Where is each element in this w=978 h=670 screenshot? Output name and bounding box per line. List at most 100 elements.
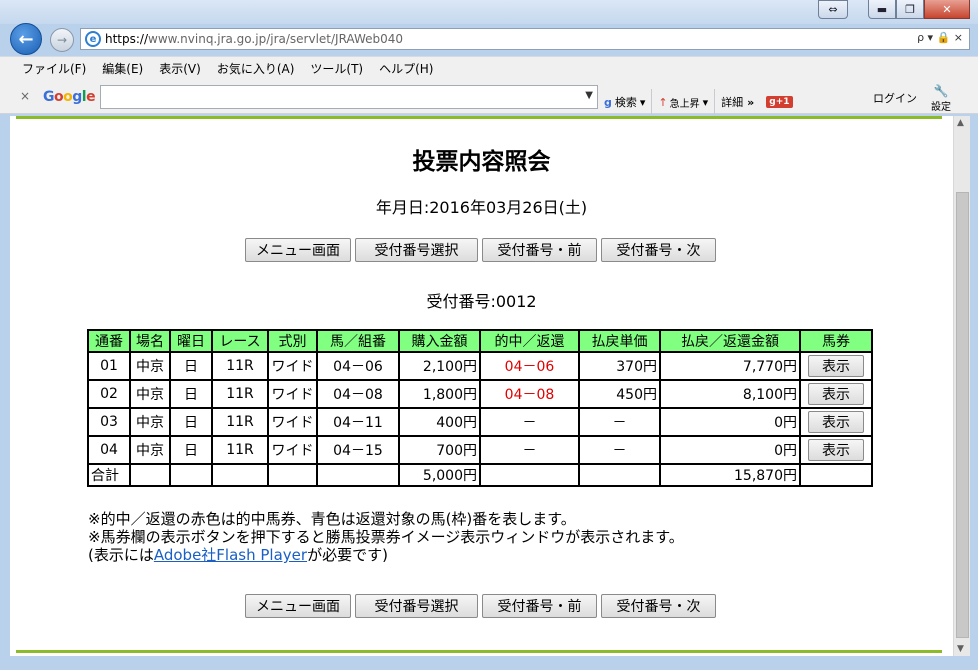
- cell-ticket: 表示: [799, 379, 873, 409]
- gplus-button[interactable]: g+1: [766, 96, 793, 108]
- receipt-select-button[interactable]: 受付番号選択: [355, 238, 478, 262]
- menu-edit[interactable]: 編集(E): [102, 60, 143, 77]
- scroll-thumb[interactable]: [956, 192, 969, 638]
- flash-player-link[interactable]: Adobe社Flash Player: [154, 546, 307, 564]
- cell-no: 03: [87, 407, 131, 437]
- receipt-next-button[interactable]: 受付番号・次: [601, 238, 716, 262]
- wrench-icon: 🔧: [933, 84, 949, 98]
- top-divider: [16, 116, 942, 119]
- column-header: 曜日: [169, 329, 213, 353]
- cell-no: 01: [87, 351, 131, 381]
- login-button[interactable]: ログイン: [873, 90, 917, 106]
- cell-amount: 1,800円: [398, 379, 481, 409]
- close-button[interactable]: ✕: [924, 0, 970, 19]
- menu-help[interactable]: ヘルプ(H): [379, 60, 433, 77]
- minimize-button[interactable]: ▬: [868, 0, 896, 19]
- column-header: 場名: [129, 329, 171, 353]
- column-header: 通番: [87, 329, 131, 353]
- show-ticket-button[interactable]: 表示: [808, 411, 864, 433]
- cell-no: 04: [87, 435, 131, 465]
- cell-type: ワイド: [267, 435, 318, 465]
- back-arrow-icon: ←: [18, 28, 34, 50]
- cell-combo: 04－08: [316, 379, 400, 409]
- menu-view[interactable]: 表示(V): [159, 60, 201, 77]
- cell-day: 日: [169, 379, 213, 409]
- cell-amount: 2,100円: [398, 351, 481, 381]
- cell-unit: －: [578, 407, 661, 437]
- column-header: 馬／組番: [316, 329, 400, 353]
- google-logo: Google: [43, 89, 96, 105]
- total-row: 合計 5,000円 15,870円: [87, 463, 873, 487]
- back-button[interactable]: ←: [10, 23, 42, 55]
- settings-button[interactable]: 🔧 設定: [931, 84, 951, 113]
- total-label: 合計: [87, 463, 131, 487]
- table-row: 02 中京 日 11R ワイド 04－08 1,800円 04－08 450円 …: [87, 379, 873, 409]
- cell-payout: 0円: [659, 407, 801, 437]
- forward-button[interactable]: →: [50, 28, 74, 52]
- url-text: www.nvinq.jra.go.jp/jra/servlet/JRAWeb04…: [148, 32, 404, 46]
- settings-label: 設定: [931, 102, 951, 113]
- cell-type: ワイド: [267, 351, 318, 381]
- divider: [714, 89, 716, 115]
- ie-icon: e: [85, 31, 101, 47]
- cell-hit: －: [479, 407, 580, 437]
- date-line: 年月日:2016年03月26日(土): [375, 198, 588, 217]
- menu-tools[interactable]: ツール(T): [310, 60, 363, 77]
- cell-venue: 中京: [129, 435, 171, 465]
- cell-venue: 中京: [129, 351, 171, 381]
- show-ticket-button[interactable]: 表示: [808, 355, 864, 377]
- cell-type: ワイド: [267, 407, 318, 437]
- cell-payout: 0円: [659, 435, 801, 465]
- table-header-row: 通番 場名 曜日 レース 式別 馬／組番 購入金額 的中／返還 払戻単価 払戻／…: [87, 329, 873, 353]
- resize-icon[interactable]: ⇔: [818, 0, 848, 19]
- total-payout: 15,870円: [659, 463, 801, 487]
- cell-payout: 8,100円: [659, 379, 801, 409]
- receipt-select-button[interactable]: 受付番号選択: [355, 594, 478, 618]
- scroll-down-icon[interactable]: ▼: [957, 644, 964, 654]
- page-content: 投票内容照会 年月日:2016年03月26日(土) メニュー画面 受付番号選択 …: [10, 116, 953, 656]
- address-bar[interactable]: e https://www.nvinq.jra.go.jp/jra/servle…: [80, 28, 970, 50]
- receipt-prev-button[interactable]: 受付番号・前: [482, 594, 597, 618]
- column-header: 馬券: [799, 329, 873, 353]
- cell-race: 11R: [211, 351, 269, 381]
- address-row: ← → e https://www.nvinq.jra.go.jp/jra/se…: [0, 22, 978, 55]
- scroll-up-icon[interactable]: ▲: [957, 118, 964, 128]
- bottom-divider: [16, 650, 942, 653]
- google-search-button[interactable]: 検索: [615, 94, 637, 110]
- details-button[interactable]: 詳細: [721, 94, 743, 110]
- cell-hit: 04－06: [479, 351, 580, 381]
- show-ticket-button[interactable]: 表示: [808, 439, 864, 461]
- cell-venue: 中京: [129, 379, 171, 409]
- notes: ※的中／返還の赤色は的中馬券、青色は返還対象の馬(枠)番を表します。 ※馬券欄の…: [88, 510, 684, 564]
- url-protocol: https://: [105, 32, 149, 46]
- google-toolbar: × Google ▼ g 検索 ▾ ↑ 急上昇 ▾ 詳細 » g+1 ログイン …: [0, 80, 978, 115]
- cell-amount: 700円: [398, 435, 481, 465]
- total-amount: 5,000円: [398, 463, 481, 487]
- menu-bar: ファイル(F) 編集(E) 表示(V) お気に入り(A) ツール(T) ヘルプ(…: [0, 56, 978, 80]
- cell-combo: 04－06: [316, 351, 400, 381]
- menu-screen-button[interactable]: メニュー画面: [245, 238, 351, 262]
- show-ticket-button[interactable]: 表示: [808, 383, 864, 405]
- receipt-next-button[interactable]: 受付番号・次: [601, 594, 716, 618]
- cell-day: 日: [169, 435, 213, 465]
- toolbar-close-icon[interactable]: ×: [20, 89, 30, 103]
- divider: [651, 89, 653, 115]
- cell-day: 日: [169, 407, 213, 437]
- google-search-icon[interactable]: g: [604, 96, 612, 109]
- receipt-number: 受付番号:0012: [426, 292, 537, 311]
- table-row: 01 中京 日 11R ワイド 04－06 2,100円 04－06 370円 …: [87, 351, 873, 381]
- cell-combo: 04－11: [316, 407, 400, 437]
- maximize-button[interactable]: ❐: [896, 0, 924, 19]
- receipt-prev-button[interactable]: 受付番号・前: [482, 238, 597, 262]
- nav-buttons-top: メニュー画面 受付番号選択 受付番号・前 受付番号・次: [245, 238, 716, 262]
- note-line: (表示にはAdobe社Flash Playerが必要です): [88, 546, 388, 564]
- rising-button[interactable]: 急上昇: [670, 95, 700, 110]
- vertical-scrollbar[interactable]: ▲ ▼: [953, 116, 970, 656]
- google-search-input[interactable]: ▼: [100, 85, 598, 109]
- menu-file[interactable]: ファイル(F): [22, 60, 86, 77]
- menu-favorites[interactable]: お気に入り(A): [217, 60, 295, 77]
- cell-amount: 400円: [398, 407, 481, 437]
- chevron-down-icon[interactable]: ▼: [585, 90, 593, 101]
- address-tools[interactable]: ρ ▾ 🔒 ×: [917, 31, 963, 44]
- menu-screen-button[interactable]: メニュー画面: [245, 594, 351, 618]
